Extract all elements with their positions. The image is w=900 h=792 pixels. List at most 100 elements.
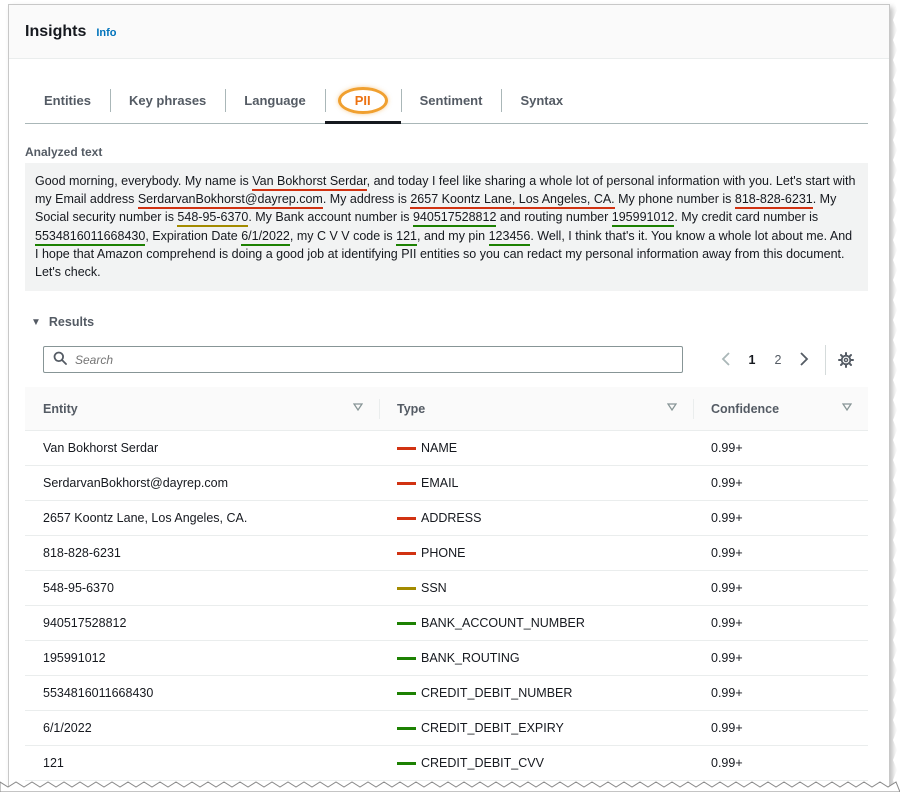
results-table: Entity Type Confidence Van Bokhorst Serd… (25, 387, 868, 781)
text-segment: , and my pin (417, 228, 489, 243)
search-input[interactable] (75, 352, 655, 367)
pagination-divider (825, 345, 826, 375)
tab-sentiment[interactable]: Sentiment (400, 77, 502, 123)
pii-highlight: 6/1/2022 (241, 228, 290, 246)
pii-highlight: 940517528812 (412, 210, 497, 228)
text-segment: . My address is (322, 192, 411, 207)
type-cell: CREDIT_DEBIT_CVV (379, 756, 693, 770)
text-segment: and routing number (496, 210, 612, 225)
type-color-indicator (397, 586, 416, 590)
confidence-cell: 0.99+ (711, 686, 743, 700)
table-row: 195991012 BANK_ROUTING 0.99+ (25, 641, 868, 676)
entity-cell: 2657 Koontz Lane, Los Angeles, CA. (43, 511, 248, 525)
confidence-cell: 0.99+ (711, 756, 743, 770)
text-segment: , my C V V code is (289, 228, 397, 243)
text-segment: . My Bank account number is (248, 210, 413, 225)
chevron-right-icon (800, 351, 809, 366)
type-label: BANK_ROUTING (421, 651, 520, 665)
type-label: ADDRESS (421, 511, 482, 525)
analyzed-text-label: Analyzed text (25, 145, 103, 159)
entity-cell: 818-828-6231 (43, 546, 121, 560)
table-row: SerdarvanBokhorst@dayrep.com EMAIL 0.99+ (25, 466, 868, 501)
tab-key-phrases[interactable]: Key phrases (109, 77, 225, 123)
results-toggle[interactable]: ▼ Results (31, 315, 94, 329)
table-body: Van Bokhorst Serdar NAME 0.99+ SerdarvanBok… (25, 431, 868, 781)
sort-icon (667, 403, 677, 412)
entity-cell: 5534816011668430 (43, 686, 154, 700)
column-header-entity[interactable]: Entity (25, 387, 379, 430)
previous-page-button[interactable] (713, 351, 739, 369)
type-color-indicator (397, 761, 416, 765)
pii-highlight: 548-95-6370 (177, 210, 249, 228)
entity-cell: Van Bokhorst Serdar (43, 441, 159, 455)
settings-button[interactable] (838, 352, 854, 368)
torn-edge-right (893, 0, 900, 792)
type-label: EMAIL (421, 476, 459, 490)
type-cell: ADDRESS (379, 511, 693, 525)
table-row: 548-95-6370 SSN 0.99+ (25, 571, 868, 606)
type-color-indicator (397, 481, 416, 485)
type-label: PHONE (421, 546, 466, 560)
type-cell: BANK_ROUTING (379, 651, 693, 665)
pii-highlight: SerdarvanBokhorst@dayrep.com (137, 192, 323, 210)
tab-entities[interactable]: Entities (25, 77, 110, 123)
analyzed-text: Good morning, everybody. My name is Van … (25, 163, 868, 291)
type-color-indicator (397, 621, 416, 625)
sort-icon (842, 403, 852, 412)
confidence-cell: 0.99+ (711, 616, 743, 630)
entity-cell: 195991012 (43, 651, 106, 665)
column-header-confidence[interactable]: Confidence (693, 387, 868, 430)
table-row: 818-828-6231 PHONE 0.99+ (25, 536, 868, 571)
tab-language[interactable]: Language (225, 77, 324, 123)
type-color-indicator (397, 516, 416, 520)
table-header: Entity Type Confidence (25, 387, 868, 431)
type-color-indicator (397, 551, 416, 555)
page-2-button[interactable]: 2 (765, 353, 791, 367)
type-cell: PHONE (379, 546, 693, 560)
gear-icon (838, 352, 854, 368)
text-segment: My phone number is (614, 192, 735, 207)
search-icon (53, 351, 67, 368)
pagination: 1 2 (713, 345, 854, 375)
type-label: CREDIT_DEBIT_NUMBER (421, 686, 573, 700)
type-label: SSN (421, 581, 447, 595)
confidence-cell: 0.99+ (711, 721, 743, 735)
table-row: 940517528812 BANK_ACCOUNT_NUMBER 0.99+ (25, 606, 868, 641)
confidence-cell: 0.99+ (711, 546, 743, 560)
entity-cell: 548-95-6370 (43, 581, 114, 595)
type-color-indicator (397, 726, 416, 730)
table-row: 5534816011668430 CREDIT_DEBIT_NUMBER 0.99+ (25, 676, 868, 711)
insights-tabs: Entities Key phrases Language PII Sentim… (25, 77, 868, 124)
type-color-indicator (397, 656, 416, 660)
confidence-cell: 0.99+ (711, 511, 743, 525)
type-label: NAME (421, 441, 458, 455)
type-cell: CREDIT_DEBIT_EXPIRY (379, 721, 693, 735)
pii-highlight: 2657 Koontz Lane, Los Angeles, CA. (410, 192, 615, 210)
text-segment: . My credit card number is (674, 210, 819, 225)
next-page-button[interactable] (791, 351, 817, 369)
pii-highlight: 195991012 (611, 210, 675, 228)
torn-edge-bottom (0, 781, 900, 792)
search-box (43, 346, 683, 373)
info-link[interactable]: Info (96, 27, 116, 39)
sort-icon (353, 403, 363, 412)
results-label: Results (48, 315, 95, 329)
tab-syntax[interactable]: Syntax (501, 77, 582, 123)
column-header-type[interactable]: Type (379, 387, 693, 430)
page-1-button[interactable]: 1 (739, 353, 765, 367)
panel-title: Insights (25, 22, 87, 40)
caret-down-icon: ▼ (31, 316, 41, 328)
text-segment: Good morning, everybody. My name is (35, 174, 253, 188)
panel-header: Insights Info (9, 5, 889, 59)
insights-panel: Insights Info Entities Key phrases Langu… (8, 4, 890, 792)
pii-highlight: 121 (396, 228, 418, 246)
entity-cell: 121 (43, 756, 64, 770)
confidence-cell: 0.99+ (711, 651, 743, 665)
tab-pii[interactable]: PII (324, 77, 401, 124)
pii-highlight: 123456 (488, 228, 531, 246)
table-row: 2657 Koontz Lane, Los Angeles, CA. ADDRES… (25, 501, 868, 536)
confidence-cell: 0.99+ (711, 581, 743, 595)
table-row: 6/1/2022 CREDIT_DEBIT_EXPIRY 0.99+ (25, 711, 868, 746)
type-cell: SSN (379, 581, 693, 595)
type-cell: BANK_ACCOUNT_NUMBER (379, 616, 693, 630)
